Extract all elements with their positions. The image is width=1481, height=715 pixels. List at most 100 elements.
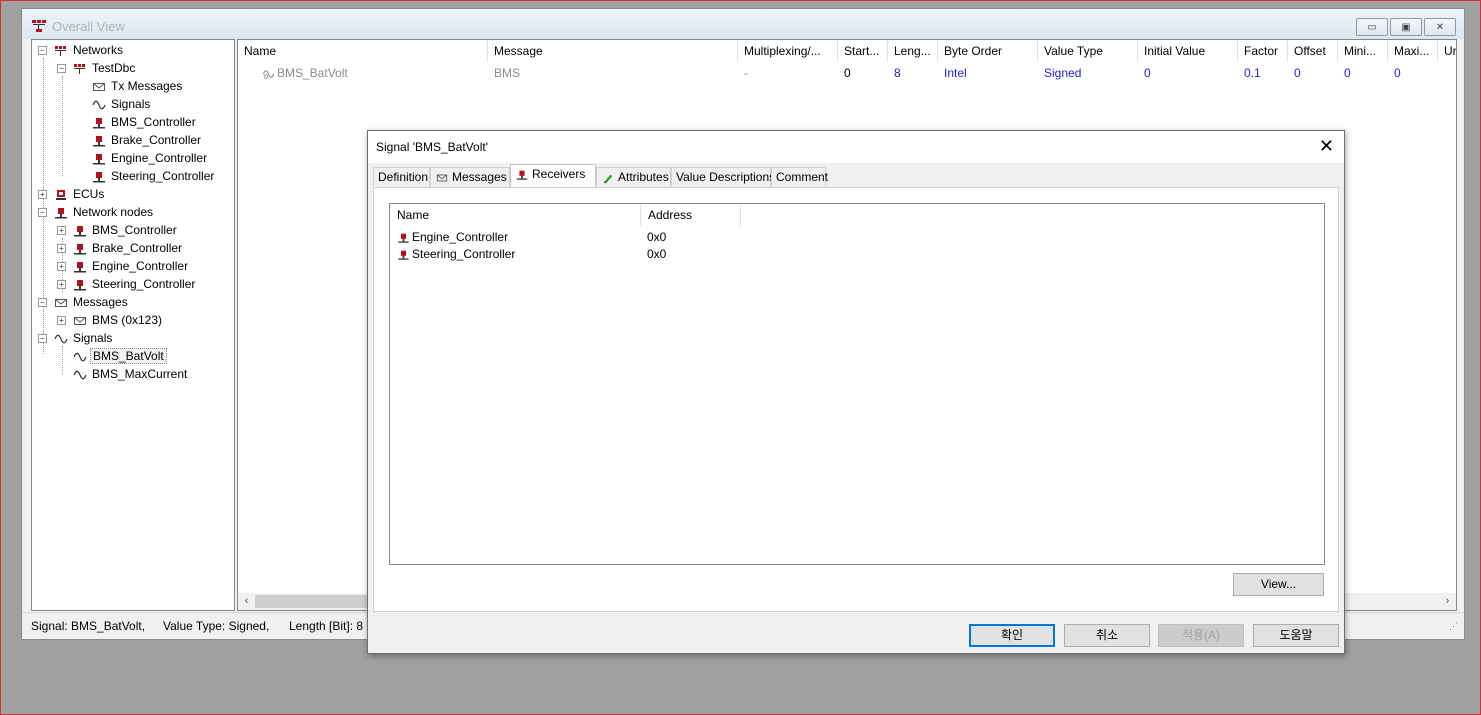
col-header-minimum[interactable]: Mini... <box>1338 40 1388 62</box>
cell-initial-value: 0 <box>1144 66 1151 80</box>
list-item[interactable]: Engine_Controller <box>397 229 508 246</box>
tab-receivers-label: Receivers <box>532 167 586 181</box>
col-header-byte-order[interactable]: Byte Order <box>938 40 1038 62</box>
ok-button[interactable]: 확인 <box>969 624 1055 647</box>
tab-messages-label: Messages <box>452 170 507 184</box>
col-header-offset[interactable]: Offset <box>1288 40 1338 62</box>
status-signal: Signal: BMS_BatVolt, <box>31 619 146 633</box>
receiver-address: 0x0 <box>647 247 667 261</box>
tree-node-networks[interactable]: − Networks <box>38 41 125 59</box>
tree-node-node-bms[interactable]: + BMS_Controller <box>57 221 179 239</box>
col-header-initial-value[interactable]: Initial Value <box>1138 40 1238 62</box>
tree-node-net-brake[interactable]: Brake_Controller <box>92 131 203 149</box>
col-header-length[interactable]: Leng... <box>888 40 938 62</box>
col-header-maximum[interactable]: Maxi... <box>1388 40 1438 62</box>
cell-start: 0 <box>844 66 851 80</box>
tree-label: Brake_Controller <box>92 241 183 255</box>
tree-label: Networks <box>73 43 124 57</box>
tab-comment[interactable]: Comment <box>771 167 828 186</box>
tab-receivers[interactable]: Receivers <box>510 164 596 187</box>
cell-byte-order: Intel <box>944 66 967 80</box>
node-icon <box>516 170 528 180</box>
col-header-value-type[interactable]: Value Type <box>1038 40 1138 62</box>
col-header-factor[interactable]: Factor <box>1238 40 1288 62</box>
list-header-address[interactable]: Address <box>641 204 741 226</box>
minimize-button[interactable]: ▭ <box>1356 18 1388 36</box>
tree-label: BMS_MaxCurrent <box>92 367 188 381</box>
col-header-unit[interactable]: Ur <box>1438 40 1456 62</box>
tab-value-descriptions[interactable]: Value Descriptions <box>671 167 775 186</box>
tree-label: BMS_Controller <box>111 115 196 129</box>
tree-node-msg-bms[interactable]: + BMS (0x123) <box>57 311 164 329</box>
cell-minimum: 0 <box>1344 66 1351 80</box>
cell-length: 8 <box>894 66 901 80</box>
network-icon <box>74 63 85 74</box>
envelope-icon <box>436 174 448 182</box>
tree-node-sig-batvolt[interactable]: BMS_BatVolt <box>73 347 167 365</box>
tree-label: BMS_Controller <box>92 223 177 237</box>
title-bar[interactable]: Overall View ▭ ▣ ✕ <box>22 9 1464 39</box>
tree-node-node-steering[interactable]: + Steering_Controller <box>57 275 197 293</box>
cancel-button[interactable]: 취소 <box>1064 624 1150 647</box>
tree-label: Steering_Controller <box>92 277 196 291</box>
tree-label: Engine_Controller <box>111 151 208 165</box>
tree-node-node-engine[interactable]: + Engine_Controller <box>57 257 190 275</box>
receiver-name: Steering_Controller <box>412 247 516 261</box>
resize-grip-icon[interactable]: ⋰ <box>1449 613 1458 635</box>
tree-node-tx-messages[interactable]: Tx Messages <box>92 77 184 95</box>
tree-node-network-nodes[interactable]: − Network nodes <box>38 203 155 221</box>
list-item[interactable]: Steering_Controller <box>397 246 515 263</box>
tree-label: Brake_Controller <box>111 133 202 147</box>
tree-node-net-steering[interactable]: Steering_Controller <box>92 167 216 185</box>
cell-name: BMS_BatVolt <box>256 64 348 82</box>
tree-label: BMS_BatVolt <box>90 348 167 364</box>
col-header-multiplexing[interactable]: Multiplexing/... <box>738 40 838 62</box>
close-button[interactable]: ✕ <box>1424 18 1456 36</box>
scroll-thumb[interactable] <box>255 595 370 608</box>
dialog-title-bar[interactable]: Signal 'BMS_BatVolt' ✕ <box>368 131 1344 163</box>
tree-node-net-bms[interactable]: BMS_Controller <box>92 113 198 131</box>
tree-node-signals[interactable]: − Signals <box>38 329 114 347</box>
tree-label: Signals <box>73 331 113 345</box>
tree-node-testdbc[interactable]: − TestDbc <box>57 59 137 77</box>
cell-offset: 0 <box>1294 66 1301 80</box>
tree-node-signals-sub[interactable]: Signals <box>92 95 152 113</box>
tree-node-ecus[interactable]: + ECUs <box>38 185 106 203</box>
col-header-name[interactable]: Name <box>238 40 488 62</box>
node-icon <box>93 117 105 129</box>
node-icon <box>93 153 105 165</box>
tab-attributes[interactable]: Attributes <box>596 167 671 186</box>
tree-label: Messages <box>73 295 128 309</box>
receiver-name: Engine_Controller <box>412 230 509 244</box>
cell-message: BMS <box>494 66 521 80</box>
tree-label: Tx Messages <box>111 79 183 93</box>
tree-node-sig-maxcurrent[interactable]: BMS_MaxCurrent <box>73 365 189 383</box>
ecu-icon <box>56 189 66 200</box>
window-title: Overall View <box>52 19 125 34</box>
tree-node-node-brake[interactable]: + Brake_Controller <box>57 239 184 257</box>
pencil-icon <box>603 174 613 183</box>
tab-messages[interactable]: Messages <box>430 167 510 186</box>
maximize-button[interactable]: ▣ <box>1390 18 1422 36</box>
signal-properties-dialog: Signal 'BMS_BatVolt' ✕ Definition Messag… <box>367 130 1345 654</box>
tree-node-messages[interactable]: − Messages <box>38 293 130 311</box>
help-button[interactable]: 도움말 <box>1253 624 1339 647</box>
envelope-icon <box>55 298 67 307</box>
dialog-close-icon[interactable]: ✕ <box>1319 136 1334 157</box>
view-button[interactable]: View... <box>1233 573 1324 596</box>
tree-node-net-engine[interactable]: Engine_Controller <box>92 149 209 167</box>
col-header-message[interactable]: Message <box>488 40 738 62</box>
network-icon <box>55 45 66 56</box>
receivers-list: Name Address Engine_Controller 0x0 Steer… <box>389 203 1325 565</box>
list-header-name[interactable]: Name <box>390 204 641 226</box>
cell-value-type: Signed <box>1044 66 1082 80</box>
signal-link-icon <box>262 70 275 79</box>
scroll-left-icon[interactable]: ‹ <box>238 593 255 610</box>
tab-definition[interactable]: Definition <box>373 167 430 186</box>
signal-wave-icon <box>92 100 106 110</box>
scroll-right-icon[interactable]: › <box>1439 593 1456 610</box>
tree-label: Signals <box>111 97 151 111</box>
network-app-icon <box>32 20 46 32</box>
col-header-start[interactable]: Start... <box>838 40 888 62</box>
apply-button[interactable]: 적용(A) <box>1158 624 1244 647</box>
